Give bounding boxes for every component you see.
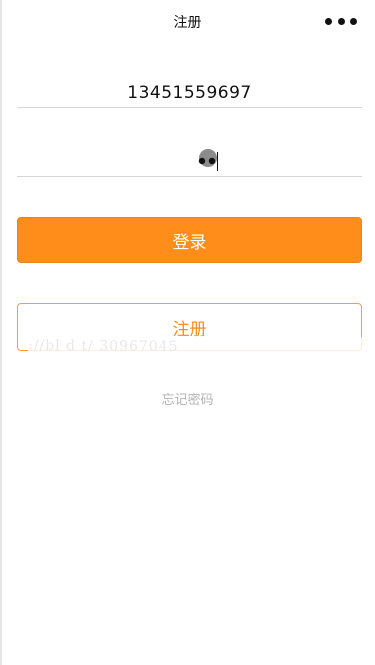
page-title: 注册: [173, 15, 202, 31]
phone-input[interactable]: 13451559697: [17, 80, 362, 108]
password-input[interactable]: [17, 140, 362, 177]
login-button[interactable]: 登录: [17, 217, 362, 263]
more-dots-icon: [350, 17, 357, 25]
more-dots-icon: [325, 17, 332, 25]
forgot-password-link[interactable]: 忘记密码: [0, 389, 375, 408]
more-menu-button[interactable]: [325, 15, 357, 27]
phone-input-value: 13451559697: [127, 83, 252, 103]
password-mask-icon: [198, 149, 217, 167]
watermark-overlay: ://bl d t/ 30967045: [27, 334, 374, 360]
left-edge-border: [0, 0, 2, 665]
text-caret: [217, 152, 218, 171]
more-dots-icon: [337, 17, 345, 25]
nav-bar: 注册: [0, 0, 375, 40]
